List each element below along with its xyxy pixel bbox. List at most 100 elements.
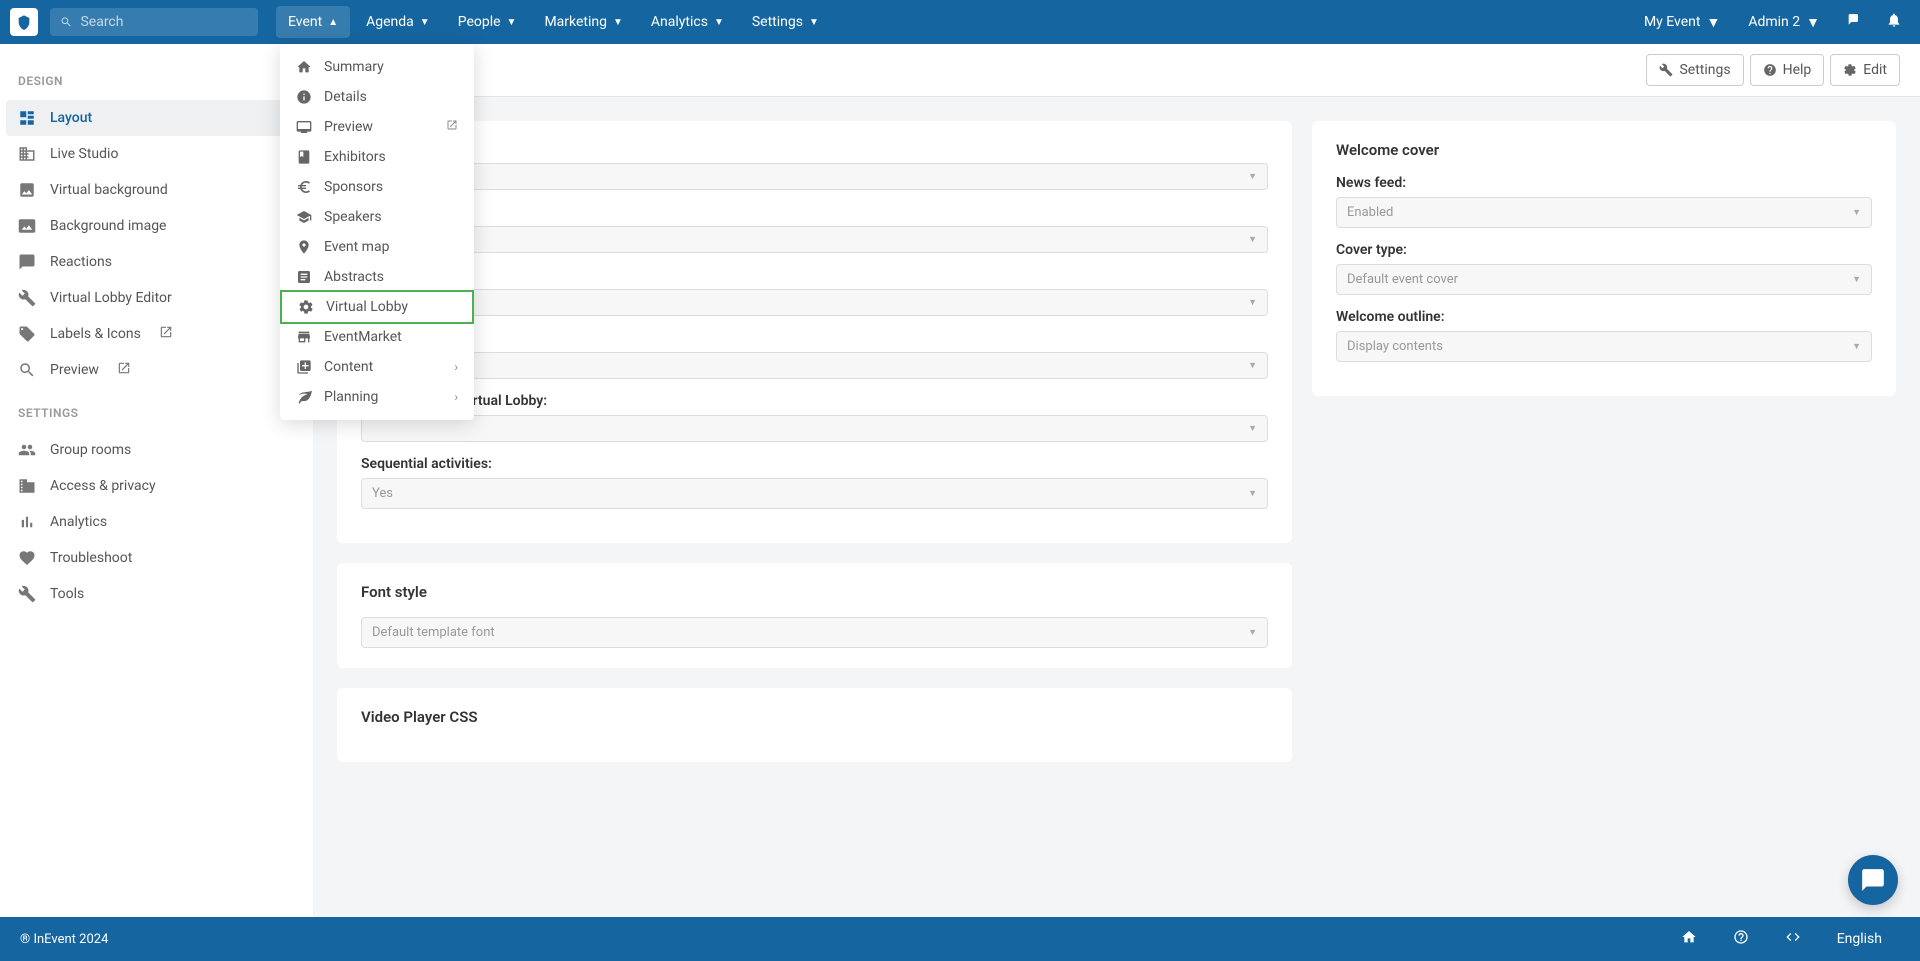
- footer-code-button[interactable]: [1767, 929, 1819, 949]
- select-cover-type[interactable]: Default event cover▼: [1336, 264, 1872, 295]
- field-label: mode:: [361, 204, 1268, 220]
- footer-home-button[interactable]: [1663, 929, 1715, 949]
- nav-menu: Event ▲ Agenda ▼ People ▼ Marketing ▼ An…: [276, 6, 1634, 38]
- dd-abstracts[interactable]: Abstracts: [280, 262, 474, 292]
- dd-details[interactable]: Details: [280, 82, 474, 112]
- event-dropdown: Summary Details Preview Exhibitors Spons…: [280, 44, 474, 420]
- megaphone-icon: [1846, 12, 1862, 28]
- nav-item-event[interactable]: Event ▲: [276, 6, 350, 38]
- footer-bar: ® InEvent 2024 English: [0, 917, 1920, 961]
- dd-sponsors[interactable]: Sponsors: [280, 172, 474, 202]
- graduation-icon: [296, 209, 312, 225]
- footer-help-button[interactable]: [1715, 929, 1767, 949]
- search-input[interactable]: [80, 14, 248, 30]
- nav-admin-user[interactable]: Admin 2 ▼: [1738, 6, 1830, 39]
- dd-exhibitors[interactable]: Exhibitors: [280, 142, 474, 172]
- nav-item-people[interactable]: People ▼: [446, 6, 529, 38]
- field-label: n activity card:: [361, 330, 1268, 346]
- help-icon: [1763, 63, 1777, 77]
- dd-eventmap[interactable]: Event map: [280, 232, 474, 262]
- dd-preview[interactable]: Preview: [280, 112, 474, 142]
- sidebar-labels-icons[interactable]: Labels & Icons: [6, 316, 307, 352]
- nav-right: My Event ▼ Admin 2 ▼: [1634, 4, 1910, 40]
- footer-language-button[interactable]: English: [1819, 931, 1900, 947]
- dropdown-arrow-icon: ▼: [1852, 341, 1861, 352]
- select-field[interactable]: ▼: [361, 163, 1268, 190]
- sidebar-lobby-editor[interactable]: Virtual Lobby Editor: [6, 280, 307, 316]
- welcome-cover-card: Welcome cover News feed: Enabled▼ Cover …: [1312, 121, 1896, 396]
- sidebar-access-privacy[interactable]: Access & privacy: [6, 468, 307, 504]
- dropdown-arrow-icon: ▼: [1248, 627, 1257, 638]
- chevron-up-icon: ▲: [328, 17, 338, 28]
- chevron-down-icon: ▼: [809, 17, 819, 28]
- sidebar-tools[interactable]: Tools: [6, 576, 307, 612]
- select-sequential-activities[interactable]: Yes▼: [361, 478, 1268, 509]
- dropdown-arrow-icon: ▼: [1852, 207, 1861, 218]
- dd-speakers[interactable]: Speakers: [280, 202, 474, 232]
- sidebar-section-settings: SETTINGS: [18, 406, 295, 420]
- sidebar-reactions[interactable]: Reactions: [6, 244, 307, 280]
- sidebar-group-rooms[interactable]: Group rooms: [6, 432, 307, 468]
- announce-button[interactable]: [1838, 4, 1870, 40]
- gear-icon: [1843, 63, 1857, 77]
- dropdown-arrow-icon: ▼: [1248, 360, 1257, 371]
- sidebar-live-studio[interactable]: Live Studio: [6, 136, 307, 172]
- select-news-feed[interactable]: Enabled▼: [1336, 197, 1872, 228]
- content-area: e: ▼ mode: ▼ pe: ▼ n activity card: ▼ ac…: [313, 97, 1920, 786]
- card-title-welcome: Welcome cover: [1336, 141, 1872, 159]
- top-navigation: Event ▲ Agenda ▼ People ▼ Marketing ▼ An…: [0, 0, 1920, 44]
- sidebar-background-image[interactable]: Background image: [6, 208, 307, 244]
- sidebar-troubleshoot[interactable]: Troubleshoot: [6, 540, 307, 576]
- chat-icon: [1860, 867, 1886, 893]
- chat-bubble-button[interactable]: [1848, 855, 1898, 905]
- sidebar-layout[interactable]: Layout: [6, 100, 307, 136]
- dd-eventmarket[interactable]: EventMarket: [280, 322, 474, 352]
- logo[interactable]: [10, 8, 38, 36]
- search-box[interactable]: [50, 8, 258, 36]
- chevron-down-icon: ▼: [613, 17, 623, 28]
- select-field[interactable]: ▼: [361, 289, 1268, 316]
- dd-content[interactable]: Content ›: [280, 352, 474, 382]
- nav-item-analytics[interactable]: Analytics ▼: [639, 6, 736, 38]
- sidebar-virtual-background[interactable]: Virtual background: [6, 172, 307, 208]
- select-welcome-outline[interactable]: Display contents▼: [1336, 331, 1872, 362]
- sidebar-preview[interactable]: Preview: [6, 352, 307, 388]
- dd-summary[interactable]: Summary: [280, 52, 474, 82]
- font-style-card: Font style Default template font▼: [337, 563, 1292, 668]
- sidebar-section-design: DESIGN: [18, 74, 295, 88]
- wrench-icon: [1659, 63, 1673, 77]
- chevron-down-icon: ▼: [714, 17, 724, 28]
- select-font-template[interactable]: Default template font▼: [361, 617, 1268, 648]
- leaf-icon: [296, 389, 312, 405]
- dropdown-arrow-icon: ▼: [1248, 171, 1257, 182]
- code-icon: [1785, 929, 1801, 945]
- sidebar-analytics[interactable]: Analytics: [6, 504, 307, 540]
- notifications-button[interactable]: [1878, 4, 1910, 40]
- nav-my-event[interactable]: My Event ▼: [1634, 6, 1730, 39]
- nav-item-agenda[interactable]: Agenda ▼: [354, 6, 442, 38]
- bell-icon: [1886, 12, 1902, 28]
- left-column: e: ▼ mode: ▼ pe: ▼ n activity card: ▼ ac…: [337, 121, 1292, 762]
- nav-item-settings[interactable]: Settings ▼: [740, 6, 831, 38]
- map-icon: [296, 239, 312, 255]
- help-button[interactable]: Help: [1750, 54, 1825, 86]
- layers-icon: [296, 359, 312, 375]
- edit-button[interactable]: Edit: [1830, 54, 1900, 86]
- welcome-outline-label: Welcome outline:: [1336, 309, 1872, 325]
- home-icon: [1681, 929, 1697, 945]
- select-field[interactable]: ▼: [361, 415, 1268, 442]
- nav-item-marketing[interactable]: Marketing ▼: [532, 6, 634, 38]
- field-label: e:: [361, 141, 1268, 157]
- document-icon: [296, 269, 312, 285]
- settings-button[interactable]: Settings: [1646, 54, 1743, 86]
- field-label: pe:: [361, 267, 1268, 283]
- dd-planning[interactable]: Planning ›: [280, 382, 474, 412]
- search-icon: [18, 361, 36, 379]
- tag-icon: [18, 325, 36, 343]
- dd-virtual-lobby[interactable]: Virtual Lobby: [280, 290, 474, 324]
- book-icon: [296, 149, 312, 165]
- question-icon: [1733, 929, 1749, 945]
- select-field[interactable]: ▼: [361, 352, 1268, 379]
- select-field[interactable]: ▼: [361, 226, 1268, 253]
- external-link-icon: [117, 361, 131, 379]
